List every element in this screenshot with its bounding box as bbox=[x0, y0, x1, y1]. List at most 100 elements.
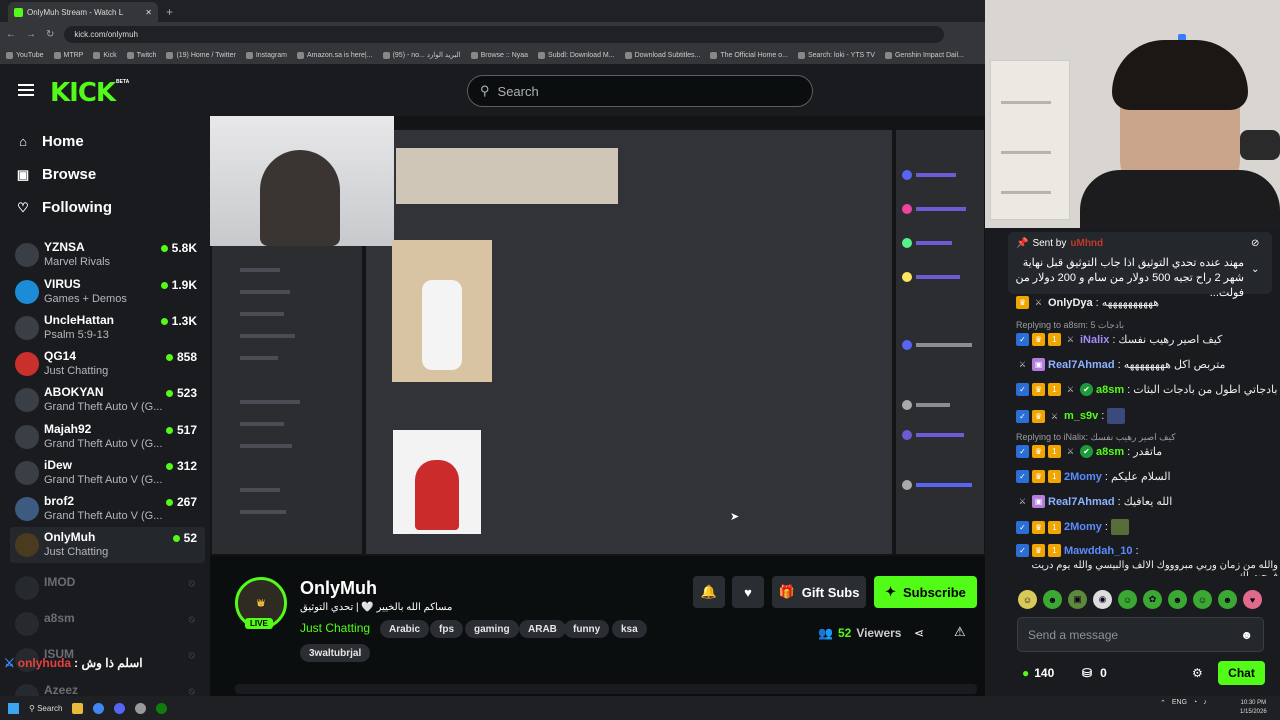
chat-message[interactable]: ⚔ ▣ Real7Ahmad: متربص اكل ههههههههه bbox=[1016, 358, 1278, 371]
bookmark[interactable]: (95) - no... البريد الوارد bbox=[382, 51, 461, 59]
channel-title[interactable]: OnlyMuh bbox=[300, 578, 377, 599]
sidebar-channel[interactable]: VIRUS Games + Demos 1.9K bbox=[10, 274, 205, 310]
sidebar-channel-offline[interactable]: IMOD ⦸ bbox=[10, 570, 205, 606]
emoji-icon[interactable]: ☻ bbox=[1240, 628, 1253, 642]
follow-button[interactable]: ♥ bbox=[732, 576, 764, 608]
pinned-username[interactable]: uMhnd bbox=[1070, 238, 1103, 249]
forward-icon[interactable]: → bbox=[26, 29, 36, 40]
chat-message[interactable]: ⚔ ▣ Real7Ahmad: الله يعافيك bbox=[1016, 495, 1278, 508]
emote-icon[interactable]: ◉ bbox=[1093, 590, 1112, 609]
xbox-icon[interactable] bbox=[156, 702, 168, 714]
emote-icon[interactable]: ▣ bbox=[1068, 590, 1087, 609]
sidebar-channel[interactable]: brof2 Grand Theft Auto V (G... 267 bbox=[10, 491, 205, 527]
sidebar-channel[interactable]: iDew Grand Theft Auto V (G... 312 bbox=[10, 455, 205, 491]
avatar bbox=[15, 612, 39, 636]
sidebar-channel-offline[interactable]: Azeez ⦸ bbox=[10, 678, 205, 696]
emote-icon[interactable]: ✿ bbox=[1143, 590, 1162, 609]
bookmark[interactable]: YouTube bbox=[6, 51, 44, 59]
sidebar-channel[interactable]: QG14 Just Chatting 858 bbox=[10, 346, 205, 382]
chat-send-button[interactable]: Chat bbox=[1218, 661, 1265, 685]
bookmark[interactable]: Subdl: Download M... bbox=[538, 51, 615, 59]
bookmark[interactable]: Browse :: Nyaa bbox=[470, 51, 528, 59]
emote-icon[interactable]: ☺ bbox=[1193, 590, 1212, 609]
emote-icon[interactable]: ♥ bbox=[1243, 590, 1262, 609]
url-field[interactable]: kick.com/onlymuh bbox=[64, 25, 945, 43]
bookmark[interactable]: Kick bbox=[93, 51, 117, 59]
chrome-icon[interactable] bbox=[93, 702, 105, 714]
reload-icon[interactable]: ↻ bbox=[46, 29, 54, 40]
chat-message[interactable]: ✓ ♛ 1 2Momy: السلام عليكم bbox=[1016, 470, 1278, 483]
bookmark[interactable]: Amazon.sa is here|... bbox=[296, 51, 373, 59]
emote-icon[interactable]: ☺ bbox=[1118, 590, 1137, 609]
nav-following[interactable]: ♡ Following bbox=[16, 199, 112, 216]
chat-message[interactable]: ✓ ♛ 1 2Momy: bbox=[1016, 519, 1278, 535]
channel-points[interactable]: ● 140 bbox=[1022, 666, 1054, 680]
sidebar-channel[interactable]: UncleHattan Psalm 5:9-13 1.3K bbox=[10, 310, 205, 346]
share-icon[interactable]: ⋖ bbox=[914, 626, 924, 640]
emote-icon[interactable]: ☺ bbox=[1018, 590, 1037, 609]
file-explorer-icon[interactable] bbox=[72, 702, 84, 714]
notification-bell-button[interactable]: 🔔 bbox=[693, 576, 725, 608]
tray-chevron-icon[interactable]: ⌃ bbox=[1160, 699, 1166, 707]
chest-counter[interactable]: ⛁ 0 bbox=[1082, 666, 1107, 680]
chat-message[interactable]: ✓ ♛ 1 ⚔ ✔ a8sm: بادجاتي اطول من بادجات البثا… bbox=[1016, 383, 1278, 396]
bookmark[interactable]: Search: loki - YTS TV bbox=[797, 51, 875, 59]
menu-icon[interactable] bbox=[18, 84, 34, 96]
bookmark[interactable]: The Official Home o... bbox=[710, 51, 788, 59]
offline-icon: ⦸ bbox=[188, 686, 195, 696]
sidebar-channel[interactable]: YZNSA Marvel Rivals 5.8K bbox=[10, 237, 205, 273]
taskbar-clock[interactable]: 10:30 PM 1/15/2026 bbox=[1240, 699, 1267, 717]
hide-pin-icon[interactable]: ⊘ bbox=[1251, 238, 1259, 249]
subscribe-button[interactable]: ✦ Subscribe bbox=[874, 576, 977, 608]
emote-icon[interactable]: ☻ bbox=[1218, 590, 1237, 609]
windows-start-icon[interactable] bbox=[8, 702, 19, 714]
back-icon[interactable]: ← bbox=[6, 29, 16, 40]
chat-message[interactable]: ✓ ♛ ⚔ m_s9v: bbox=[1016, 408, 1278, 424]
bookmark[interactable]: (19) Home / Twitter bbox=[166, 51, 236, 59]
sidebar-channel[interactable]: Majah92 Grand Theft Auto V (G... 517 bbox=[10, 419, 205, 455]
obs-icon[interactable] bbox=[135, 702, 147, 714]
kick-logo[interactable]: KICK bbox=[50, 78, 116, 108]
new-tab-icon[interactable]: + bbox=[166, 5, 173, 19]
chat-message[interactable]: ✓ ♛ 1 Mawddah_10: والله من زمان وربي مبروو… bbox=[1016, 544, 1278, 576]
sidebar-channel[interactable]: ABOKYAN Grand Theft Auto V (G... 523 bbox=[10, 382, 205, 418]
gift-subs-button[interactable]: 🎁 Gift Subs bbox=[772, 576, 866, 608]
stream-tag[interactable]: gaming bbox=[465, 620, 519, 638]
channel-name: Azeez bbox=[44, 683, 79, 696]
wifi-icon[interactable]: ◔ bbox=[1193, 699, 1197, 707]
chat-settings-icon[interactable]: ⚙ bbox=[1192, 666, 1203, 680]
nav-home[interactable]: ⌂ Home bbox=[16, 133, 84, 150]
chevron-down-icon[interactable]: ⌄ bbox=[1251, 264, 1259, 275]
sidebar-channel-active[interactable]: OnlyMuh Just Chatting 52 bbox=[10, 527, 205, 563]
bookmark[interactable]: Twitch bbox=[126, 51, 156, 59]
volume-icon[interactable]: ♪ bbox=[1203, 699, 1207, 707]
stream-tag[interactable]: funny bbox=[564, 620, 610, 638]
bookmark[interactable]: MTRP bbox=[53, 51, 83, 59]
bookmark[interactable]: Genshin Impact Dail... bbox=[884, 51, 964, 59]
language-indicator[interactable]: ENG bbox=[1172, 699, 1187, 707]
chat-message-input[interactable]: Send a message ☻ bbox=[1017, 617, 1264, 652]
search-input[interactable]: ⚲ Search bbox=[467, 75, 813, 107]
stream-tag[interactable]: Arabic bbox=[380, 620, 430, 638]
chat-input-placeholder: Send a message bbox=[1028, 627, 1119, 642]
viewer-count: 1.3K bbox=[160, 314, 197, 328]
stream-tag[interactable]: 3waltubrjal bbox=[300, 644, 371, 662]
nav-browse[interactable]: ▣ Browse bbox=[16, 166, 96, 183]
stream-tag[interactable]: ksa bbox=[612, 620, 647, 638]
close-tab-icon[interactable]: ✕ bbox=[145, 8, 152, 17]
chat-message[interactable]: ♛ ⚔ OnlyDya: ههههههههههه bbox=[1016, 296, 1278, 309]
chat-message[interactable]: ✓ ♛ 1 ⚔ ✔ a8sm: ماتقدر bbox=[1016, 445, 1278, 458]
sidebar-channel-offline[interactable]: a8sm ⦸ bbox=[10, 606, 205, 642]
stream-tag[interactable]: fps bbox=[430, 620, 463, 638]
emote-icon[interactable]: ☻ bbox=[1043, 590, 1062, 609]
stream-tag[interactable]: ARAB bbox=[519, 620, 566, 638]
report-icon[interactable]: ⚠ bbox=[954, 624, 966, 640]
emote-icon[interactable]: ☻ bbox=[1168, 590, 1187, 609]
taskbar-search[interactable]: ⚲ Search bbox=[29, 704, 62, 713]
browser-tab[interactable]: OnlyMuh Stream - Watch L ✕ bbox=[8, 2, 158, 22]
bookmark[interactable]: Download Subtitles... bbox=[624, 51, 700, 59]
stream-category[interactable]: Just Chatting bbox=[300, 621, 370, 635]
bookmark[interactable]: Instagram bbox=[245, 51, 287, 59]
chat-message[interactable]: ✓ ♛ 1 ⚔ iNalix: كيف اصير رهيب نفسك bbox=[1016, 333, 1278, 346]
discord-icon[interactable] bbox=[114, 702, 126, 714]
